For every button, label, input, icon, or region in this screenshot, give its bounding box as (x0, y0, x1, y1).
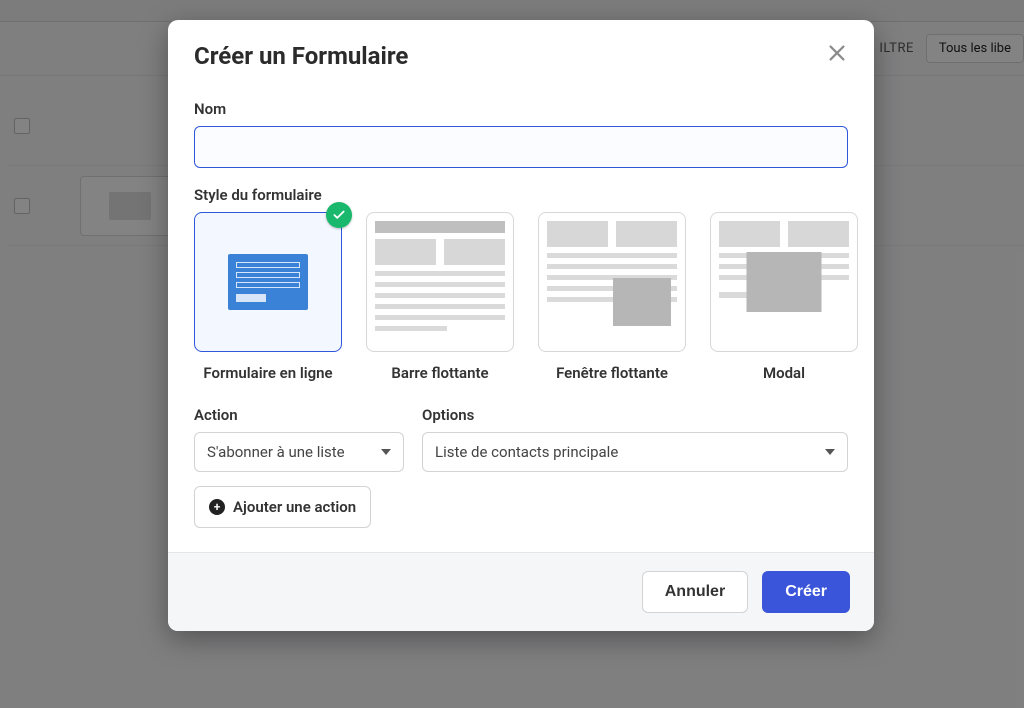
cancel-button[interactable]: Annuler (642, 571, 748, 613)
style-option-inline[interactable]: Formulaire en ligne (194, 212, 342, 382)
action-select[interactable]: S'abonner à une liste (194, 432, 404, 472)
options-select[interactable]: Liste de contacts principale (422, 432, 848, 472)
create-form-modal: Créer un Formulaire Nom Style du formula… (168, 20, 874, 631)
add-action-button[interactable]: + Ajouter une action (194, 486, 371, 528)
options-select-value: Liste de contacts principale (435, 443, 618, 461)
style-label: Style du formulaire (194, 186, 848, 204)
action-label: Action (194, 406, 404, 424)
chevron-down-icon (825, 449, 835, 455)
add-action-label: Ajouter une action (233, 498, 356, 516)
action-select-value: S'abonner à une liste (207, 443, 345, 461)
plus-icon: + (209, 499, 225, 515)
nom-label: Nom (194, 100, 848, 118)
nom-input[interactable] (194, 126, 848, 168)
style-option-float[interactable]: Fenêtre flottante (538, 212, 686, 382)
style-option-modal[interactable]: Modal (710, 212, 858, 382)
style-label-inline: Formulaire en ligne (203, 364, 332, 382)
modal-title: Créer un Formulaire (194, 42, 408, 70)
style-option-bar[interactable]: Barre flottante (366, 212, 514, 382)
chevron-down-icon (381, 449, 391, 455)
style-label-modal: Modal (763, 364, 805, 382)
options-label: Options (422, 406, 848, 424)
style-label-float: Fenêtre flottante (556, 364, 668, 382)
check-icon (326, 202, 352, 228)
create-button[interactable]: Créer (762, 571, 850, 613)
style-label-bar: Barre flottante (391, 364, 488, 382)
close-icon[interactable] (826, 42, 848, 64)
